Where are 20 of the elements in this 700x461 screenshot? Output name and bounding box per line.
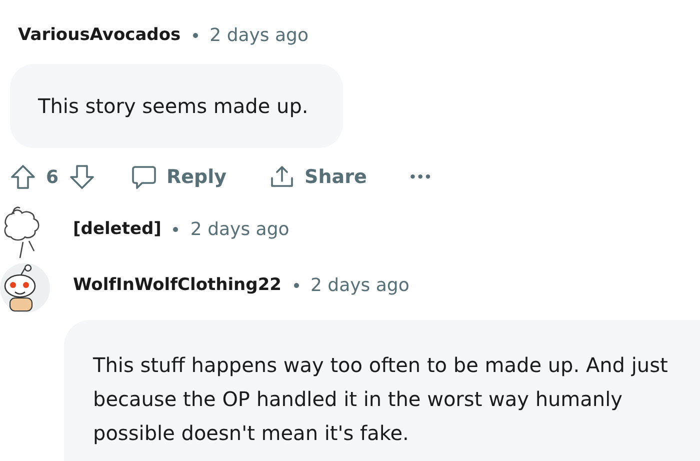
alien-avatar-icon bbox=[0, 262, 50, 314]
vote-count: 6 bbox=[46, 166, 59, 188]
username[interactable]: [deleted] bbox=[73, 219, 162, 239]
speech-bubble-icon bbox=[130, 164, 157, 190]
timestamp: 2 days ago bbox=[210, 24, 308, 46]
username[interactable]: WolfInWolfClothing22 bbox=[73, 275, 282, 295]
timestamp: 2 days ago bbox=[190, 218, 290, 240]
share-button[interactable]: Share bbox=[264, 164, 371, 190]
separator-dot bbox=[192, 32, 198, 38]
timestamp: 2 days ago bbox=[310, 274, 410, 296]
more-options-button[interactable]: ••• bbox=[404, 170, 436, 184]
upvote-arrow-icon[interactable] bbox=[10, 164, 36, 190]
separator-dot bbox=[294, 282, 298, 288]
comment-bubble: This story seems made up. bbox=[10, 64, 343, 148]
comment-text: This stuff happens way too often to be made up. And just because the OP handled it in the worst way humanly possible doesn't mean it's fake. bbox=[93, 352, 669, 447]
share-icon bbox=[268, 164, 295, 190]
username[interactable]: VariousAvocados bbox=[18, 25, 181, 45]
separator-dot bbox=[173, 226, 178, 232]
reply-button[interactable]: Reply bbox=[126, 164, 231, 190]
downvote-arrow-icon[interactable] bbox=[68, 164, 95, 190]
